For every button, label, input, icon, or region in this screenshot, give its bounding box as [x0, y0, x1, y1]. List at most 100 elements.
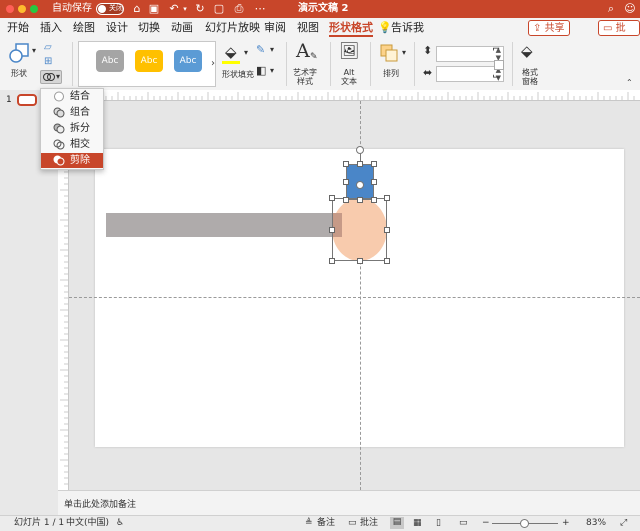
tab-insert[interactable]: 插入	[40, 21, 62, 35]
autosave-toggle[interactable]: 关闭	[96, 3, 124, 15]
tab-design[interactable]: 设计	[106, 21, 128, 35]
notes-icon[interactable]: ≜	[305, 518, 313, 529]
resize-handle[interactable]	[384, 258, 390, 264]
style-sample-gray[interactable]: Abc	[96, 50, 124, 72]
search-icon[interactable]: ⌕	[605, 3, 617, 15]
menu-item-union[interactable]: 结合	[41, 89, 103, 104]
autosave-state: 关闭	[109, 4, 123, 12]
format-pane-label[interactable]: 格式 窗格	[522, 68, 538, 86]
shape-fill-dropdown-icon[interactable]: ▾	[244, 48, 248, 57]
minimize-window-button[interactable]	[18, 5, 26, 13]
zoom-window-button[interactable]	[30, 5, 38, 13]
arrange-dropdown-icon[interactable]: ▾	[402, 48, 406, 57]
redo-icon[interactable]: ↻	[194, 3, 206, 15]
collapse-ribbon-icon[interactable]: ⌃	[626, 78, 633, 87]
horizontal-guide[interactable]	[69, 297, 640, 298]
zoom-out-button[interactable]: −	[482, 518, 490, 529]
zoom-slider-thumb[interactable]	[520, 519, 529, 528]
language-indicator[interactable]: 中文(中国)	[66, 518, 109, 529]
tab-transitions[interactable]: 切换	[138, 21, 160, 35]
slideshow-icon[interactable]: ▭	[459, 518, 468, 529]
resize-handle[interactable]	[343, 197, 349, 203]
tab-draw[interactable]: 绘图	[73, 21, 95, 35]
rotation-handle[interactable]	[356, 181, 364, 189]
menu-item-combine[interactable]: 组合	[41, 105, 103, 120]
style-sample-gold[interactable]: Abc	[135, 50, 163, 72]
zoom-in-button[interactable]: +	[562, 518, 570, 529]
comments-toggle-button[interactable]: 批注	[360, 518, 378, 529]
alt-text-icon[interactable]: 🖼	[339, 41, 359, 60]
notes-toggle-button[interactable]: 备注	[317, 518, 335, 529]
shape-dropdown-icon[interactable]: ▾	[32, 46, 36, 55]
edit-shape-icon[interactable]: ▱	[44, 42, 52, 53]
tab-slideshow[interactable]: 幻灯片放映	[205, 21, 260, 35]
save-icon[interactable]: ▣	[148, 3, 160, 15]
resize-handle[interactable]	[343, 161, 349, 167]
lock-aspect-checkbox[interactable]	[494, 60, 504, 70]
gray-rectangle-shape[interactable]	[106, 213, 342, 237]
resize-handle[interactable]	[343, 179, 349, 185]
zoom-level[interactable]: 83%	[586, 518, 606, 529]
size-link-icon[interactable]: ⌐	[492, 44, 500, 55]
style-gallery-next-button[interactable]: ›	[208, 41, 218, 87]
format-pane-icon[interactable]: ⬙	[521, 42, 533, 60]
undo-dropdown-icon[interactable]: ▾	[179, 3, 191, 15]
wordart-styles-label[interactable]: 艺术字 样式	[293, 68, 317, 86]
shapes-icon[interactable]	[8, 42, 30, 64]
resize-handle[interactable]	[384, 195, 390, 201]
resize-handle[interactable]	[329, 195, 335, 201]
reading-view-icon[interactable]: ▯	[436, 518, 441, 529]
resize-handle[interactable]	[329, 258, 335, 264]
tell-me-input[interactable]: 告诉我	[391, 21, 424, 35]
arrange-label[interactable]: 排列	[383, 68, 399, 79]
normal-view-icon[interactable]: ▤	[390, 517, 404, 529]
alt-text-label[interactable]: Alt 文本	[341, 68, 357, 86]
resize-handle[interactable]	[371, 179, 377, 185]
close-window-button[interactable]	[6, 5, 14, 13]
print-icon[interactable]: ⎙	[233, 3, 245, 15]
shape-outline-dropdown-icon[interactable]: ▾	[270, 45, 274, 54]
tab-shape-format[interactable]: 形状格式	[329, 21, 373, 35]
tab-animations[interactable]: 动画	[171, 21, 193, 35]
resize-handle[interactable]	[357, 197, 363, 203]
comments-icon[interactable]: ▭	[348, 518, 357, 529]
home-icon[interactable]: ⌂	[131, 3, 143, 15]
share-button[interactable]: ⇪ 共享	[528, 20, 570, 36]
shape-outline-icon[interactable]: ✎	[256, 43, 265, 56]
rotation-handle[interactable]	[356, 146, 364, 154]
accessibility-icon[interactable]: ♿	[116, 518, 124, 529]
resize-handle[interactable]	[384, 227, 390, 233]
account-icon[interactable]: ☺	[624, 3, 636, 15]
new-icon[interactable]: ▢	[213, 3, 225, 15]
wordart-icon[interactable]: A	[296, 40, 310, 62]
slide-sorter-icon[interactable]: ▦	[413, 518, 422, 529]
shape-effects-dropdown-icon[interactable]: ▾	[270, 66, 274, 75]
resize-handle[interactable]	[329, 227, 335, 233]
comments-button[interactable]: ▭ 批注	[598, 20, 640, 50]
more-icon[interactable]: ⋯	[254, 3, 266, 15]
menu-item-subtract[interactable]: 剪除	[41, 153, 103, 168]
shape-fill-label[interactable]: 形状填充	[222, 69, 254, 80]
tab-view[interactable]: 视图	[297, 21, 319, 35]
tab-review[interactable]: 审阅	[264, 21, 286, 35]
arrange-icon[interactable]	[379, 43, 399, 63]
tab-home[interactable]: 开始	[7, 21, 29, 35]
shape-label[interactable]: 形状	[11, 68, 27, 79]
resize-handle[interactable]	[357, 161, 363, 167]
resize-handle[interactable]	[371, 197, 377, 203]
resize-handle[interactable]	[357, 258, 363, 264]
fit-slide-icon[interactable]: ⤢	[620, 518, 627, 529]
menu-item-label: 组合	[70, 107, 90, 118]
resize-handle[interactable]	[371, 161, 377, 167]
shape-effects-icon[interactable]: ◧	[256, 64, 266, 77]
style-sample-blue[interactable]: Abc	[174, 50, 202, 72]
size-link-bottom-icon[interactable]: ⌙	[492, 71, 500, 82]
title-bar: 自动保存 关闭 ⌂ ▣ ↶ ▾ ↻ ▢ ⎙ ⋯ 演示文稿 2 ⌕ ☺	[0, 0, 640, 18]
menu-item-intersect[interactable]: 相交	[41, 137, 103, 152]
notes-placeholder[interactable]: 单击此处添加备注	[64, 497, 136, 510]
notes-pane[interactable]: 单击此处添加备注	[58, 490, 640, 516]
shape-fill-icon[interactable]: ⬙	[225, 43, 237, 61]
slide-thumbnail[interactable]	[17, 94, 37, 106]
text-box-icon[interactable]: ⊞	[44, 56, 52, 67]
menu-item-fragment[interactable]: 拆分	[41, 121, 103, 136]
